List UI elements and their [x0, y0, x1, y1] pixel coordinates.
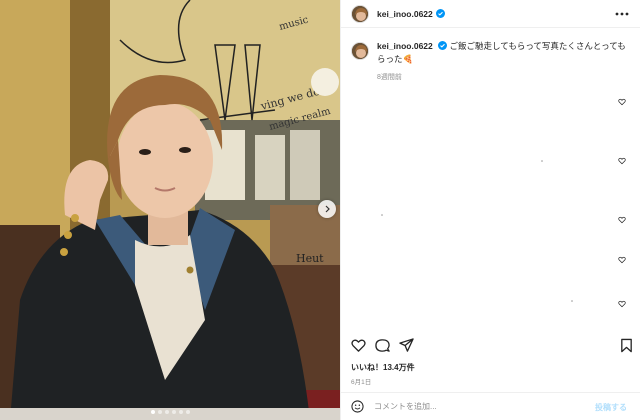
post-caption: kei_inoo.0622 ご飯ご馳走してもらって写真たくさんとってもらった🍕 … — [351, 40, 633, 82]
comment-like-icon[interactable] — [618, 256, 626, 264]
post-actions — [351, 338, 633, 354]
caption-text: kei_inoo.0622 ご飯ご馳走してもらって写真たくさんとってもらった🍕 — [377, 40, 627, 66]
carousel-dot — [185, 410, 190, 414]
caption-body: kei_inoo.0622 ご飯ご馳走してもらって写真たくさんとってもらった🍕 … — [377, 40, 627, 82]
emoji-icon[interactable] — [351, 400, 364, 413]
placeholder-speck — [541, 160, 543, 162]
post-media[interactable]: ving we do magic realm music Heut — [0, 0, 340, 420]
like-count[interactable]: いいね！13.4万件 — [351, 362, 415, 373]
comment-icon[interactable] — [375, 338, 390, 353]
send-icon[interactable] — [399, 338, 414, 353]
caption-username[interactable]: kei_inoo.0622 — [377, 41, 433, 51]
comment-like-icon[interactable] — [618, 157, 626, 165]
post-side-panel: kei_inoo.0622 kei_inoo.0622 ご飯ご馳走してもらって写… — [340, 0, 640, 420]
post-date[interactable]: 6月1日 — [351, 376, 371, 386]
caption-timestamp: 8週間前 — [377, 74, 402, 81]
username[interactable]: kei_inoo.0622 — [377, 9, 433, 19]
carousel-next-button[interactable] — [318, 200, 336, 218]
instagram-post: ving we do magic realm music Heut kei_in… — [0, 0, 640, 420]
comment-like-icon[interactable] — [618, 98, 626, 106]
avatar-image — [352, 5, 368, 22]
comment-like-icon[interactable] — [618, 300, 626, 308]
svg-text:Heut: Heut — [296, 252, 324, 265]
post-photo: ving we do magic realm music Heut — [0, 0, 340, 420]
more-options-button[interactable] — [615, 9, 629, 19]
avatar-image — [352, 43, 368, 59]
chevron-right-icon — [325, 205, 330, 213]
placeholder-speck — [381, 214, 383, 216]
post-header: kei_inoo.0622 — [341, 0, 640, 28]
carousel-dot — [171, 410, 176, 414]
carousel-dot — [164, 410, 169, 414]
carousel-dot — [157, 410, 162, 414]
carousel-dot — [150, 410, 155, 414]
placeholder-speck — [571, 300, 573, 302]
carousel-indicator — [0, 410, 340, 414]
bookmark-icon[interactable] — [619, 338, 634, 353]
heart-icon[interactable] — [351, 338, 366, 353]
comment-input[interactable] — [374, 402, 574, 411]
caption-avatar[interactable] — [351, 42, 369, 60]
comment-like-icon[interactable] — [618, 216, 626, 224]
avatar[interactable] — [351, 4, 369, 23]
comment-bar: 投稿する — [341, 392, 640, 420]
verified-badge-icon — [438, 41, 448, 50]
more-horizontal-icon — [615, 12, 629, 16]
verified-badge-icon — [435, 9, 445, 18]
carousel-dot — [178, 410, 183, 414]
post-comment-button[interactable]: 投稿する — [595, 402, 627, 413]
